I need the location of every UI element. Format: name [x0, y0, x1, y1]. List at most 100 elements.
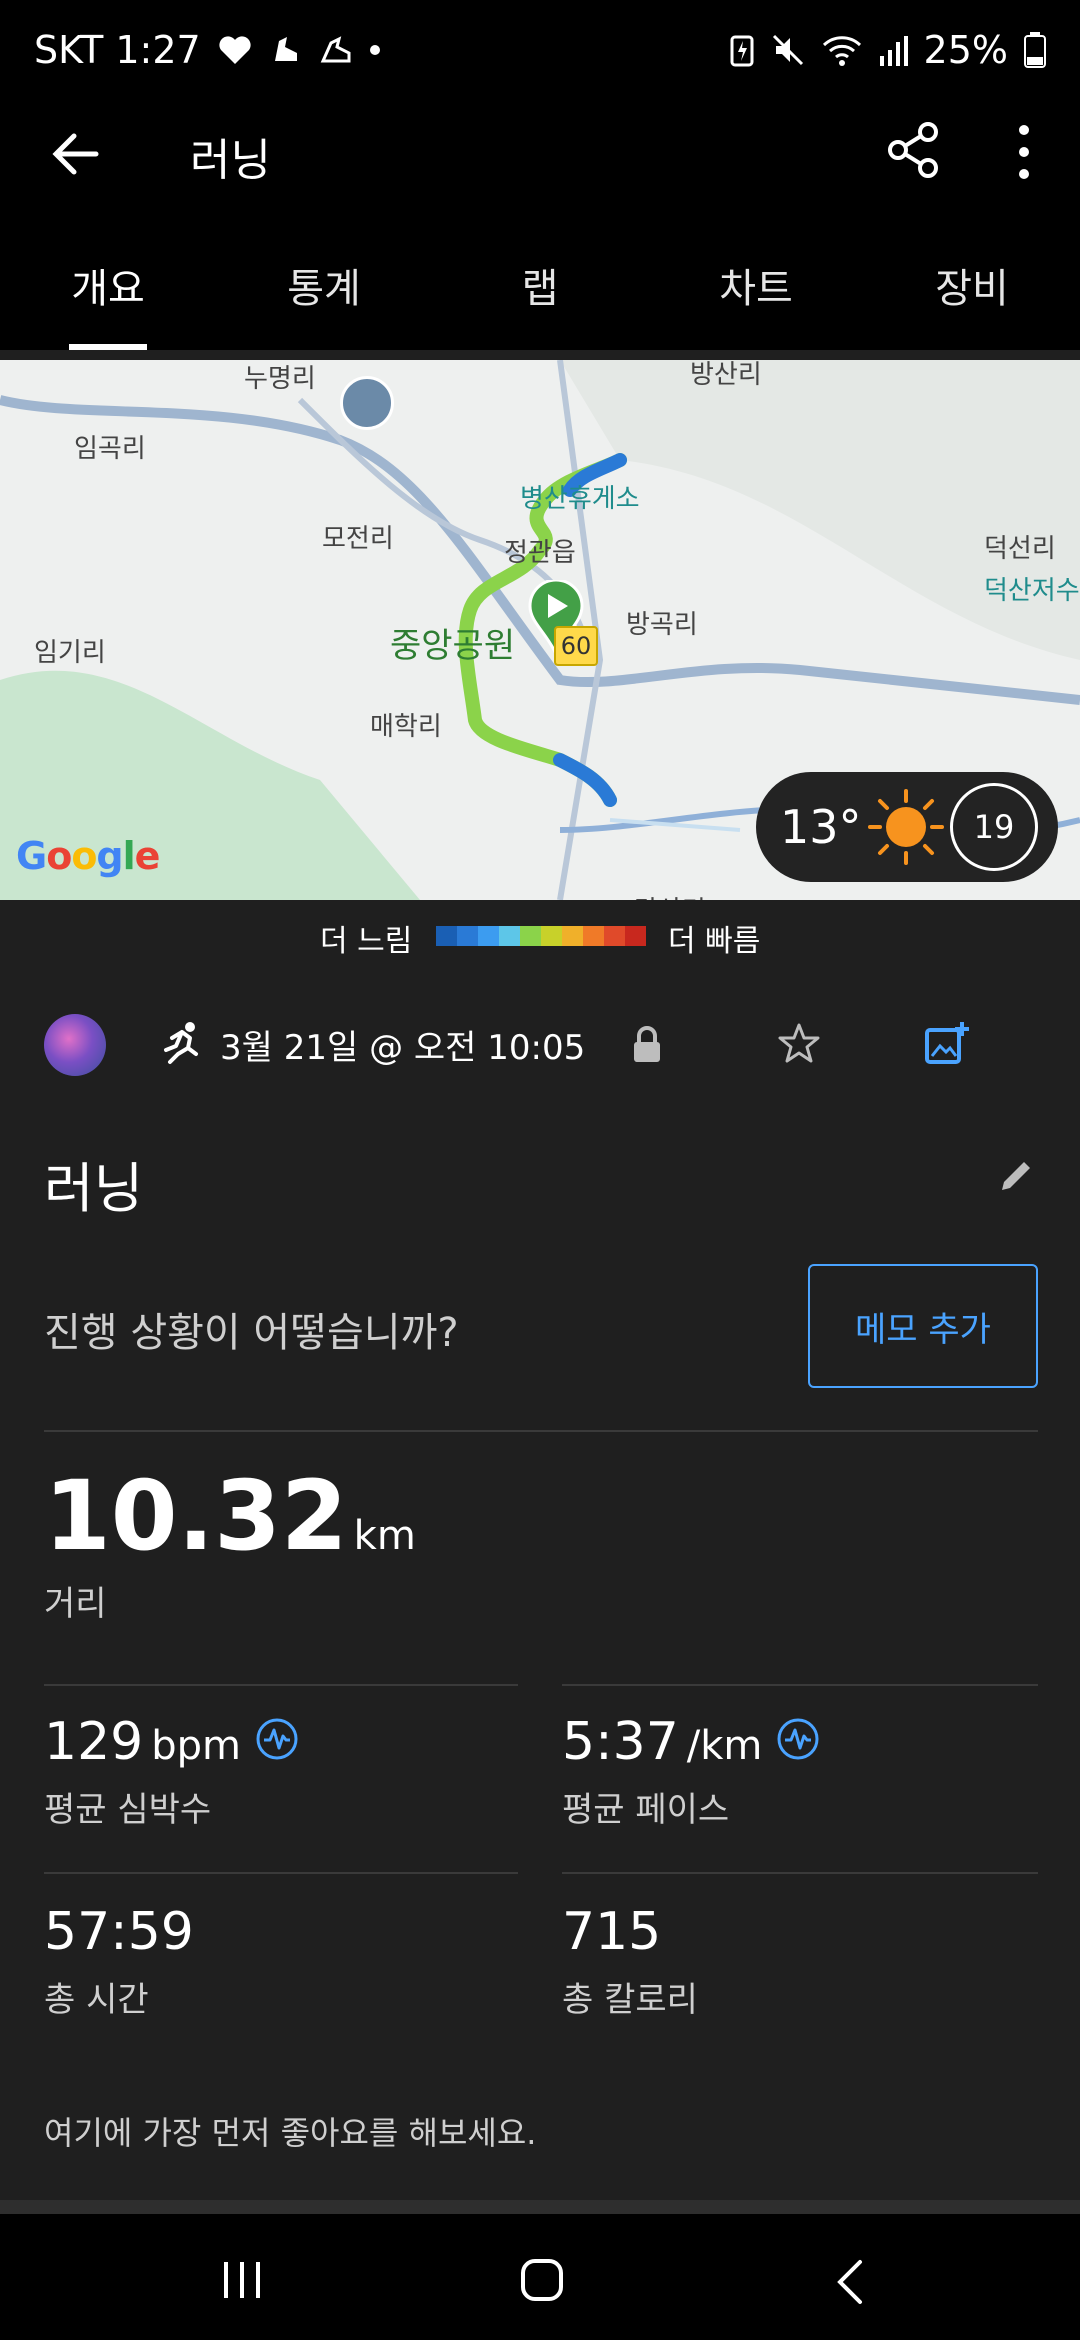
- tab-bar: 개요 통계 랩 차트 장비: [0, 230, 1080, 350]
- map-label-place: 임기리: [34, 638, 106, 668]
- recent-apps-icon[interactable]: [220, 2260, 264, 2300]
- page-title: 러닝: [190, 135, 271, 186]
- map-label-place: 중앙공원: [390, 626, 516, 666]
- back-arrow-icon[interactable]: [48, 126, 104, 182]
- divider: [0, 2200, 1080, 2214]
- status-left: SKT 1:27: [34, 28, 381, 72]
- activity-title: 러닝: [44, 1157, 144, 1220]
- heart-rate-value: 129: [44, 1712, 144, 1772]
- map-label-place: 덕선리: [984, 534, 1056, 564]
- shoe-icon: [269, 33, 303, 67]
- more-vert-icon[interactable]: [1006, 120, 1042, 184]
- add-memo-button[interactable]: 메모 추가: [808, 1264, 1038, 1388]
- pace-color-swatch: [604, 926, 625, 946]
- pace-color-swatch: [499, 926, 520, 946]
- battery-saver-icon: [730, 33, 754, 67]
- progress-prompt: 진행 상황이 어떻습니까?: [44, 1310, 459, 1356]
- pace-color-swatch: [541, 926, 562, 946]
- home-icon[interactable]: [520, 2258, 564, 2302]
- total-time-value: 57:59: [44, 1902, 194, 1962]
- calories-label: 총 칼로리: [562, 1980, 698, 2020]
- system-nav-bar: [0, 2214, 1080, 2340]
- tab-laps[interactable]: 랩: [432, 230, 648, 350]
- pace-color-swatch: [562, 926, 583, 946]
- legend-fast-label: 더 빠름: [668, 924, 761, 959]
- divider: [44, 1872, 518, 1874]
- pace-unit: /km: [686, 1723, 763, 1769]
- total-time-label: 총 시간: [44, 1980, 149, 2020]
- park-marker-icon: [340, 376, 394, 430]
- distance-unit: km: [353, 1513, 416, 1559]
- pace-label: 평균 페이스: [562, 1790, 730, 1830]
- map-label-place: 당산리: [634, 890, 706, 900]
- map-label-place: 방곡리: [626, 610, 698, 640]
- pace-color-swatch: [436, 926, 457, 946]
- uv-index-badge: 19: [949, 783, 1038, 871]
- pace-value: 5:37: [562, 1712, 679, 1772]
- status-bar: SKT 1:27 25%: [0, 0, 1080, 100]
- pace-stat: 5:37/km 평균 페이스: [562, 1712, 819, 1831]
- divider: [562, 1872, 1038, 1874]
- tab-stats[interactable]: 통계: [216, 230, 432, 350]
- map-label-place: 방산리: [690, 360, 762, 390]
- road-number-badge: 60: [554, 626, 598, 666]
- tab-overview[interactable]: 개요: [0, 230, 216, 350]
- total-time-stat: 57:59 총 시간: [44, 1902, 194, 2021]
- add-photo-icon[interactable]: [924, 1020, 970, 1066]
- pace-color-swatch: [478, 926, 499, 946]
- activity-meta-row: 3월 21일 @ 오전 10:05: [0, 1006, 1080, 1106]
- divider: [562, 1684, 1038, 1686]
- google-logo: Google: [16, 834, 160, 878]
- calories-value: 715: [562, 1902, 662, 1962]
- map-label-place: 정관읍: [504, 538, 576, 568]
- distance-label: 거리: [44, 1584, 107, 1624]
- tab-charts[interactable]: 차트: [648, 230, 864, 350]
- running-icon: [164, 1022, 198, 1064]
- calories-stat: 715 총 칼로리: [562, 1902, 698, 2021]
- map-label-place: 임곡리: [74, 434, 146, 464]
- pace-color-swatch: [520, 926, 541, 946]
- pace-legend: 더 느림 더 빠름: [0, 900, 1080, 972]
- divider: [44, 1684, 518, 1686]
- map-label-place: 덕산저수: [984, 576, 1080, 606]
- divider: [44, 1430, 1038, 1432]
- sun-icon: [867, 789, 944, 865]
- activity-datetime: 3월 21일 @ 오전 10:05: [220, 1028, 586, 1068]
- pace-color-bar: [436, 926, 646, 946]
- battery-percent: 25%: [923, 28, 1008, 72]
- heart-icon: [217, 34, 253, 66]
- pace-color-swatch: [457, 926, 478, 946]
- status-right: 25%: [730, 28, 1046, 72]
- lock-icon[interactable]: [632, 1026, 662, 1064]
- heart-rate-info-icon[interactable]: [256, 1718, 298, 1760]
- avatar[interactable]: [44, 1014, 106, 1076]
- signal-icon: [878, 34, 908, 66]
- mute-icon: [770, 32, 806, 68]
- tab-gear[interactable]: 장비: [864, 230, 1080, 350]
- heart-rate-label: 평균 심박수: [44, 1790, 212, 1830]
- shoe2-icon: [319, 33, 353, 67]
- pace-color-swatch: [625, 926, 646, 946]
- pace-info-icon[interactable]: [777, 1718, 819, 1760]
- heart-rate-unit: bpm: [151, 1723, 242, 1769]
- nav-back-icon[interactable]: [834, 2258, 864, 2306]
- distance-stat: 10.32 km: [44, 1460, 416, 1572]
- edit-pencil-icon[interactable]: [996, 1156, 1036, 1196]
- heart-rate-stat: 129 bpm 평균 심박수: [44, 1712, 298, 1831]
- share-icon[interactable]: [884, 120, 944, 180]
- pace-color-swatch: [583, 926, 604, 946]
- weather-temp: 13°: [780, 800, 862, 854]
- distance-value: 10.32: [44, 1460, 348, 1572]
- like-prompt[interactable]: 여기에 가장 먼저 좋아요를 해보세요.: [44, 2108, 536, 2154]
- map-label-place: 누명리: [244, 364, 316, 394]
- weather-pill: 13° 19: [756, 772, 1058, 882]
- map-label-place: 병산휴게소: [520, 484, 640, 514]
- map-label-place: 모전리: [322, 524, 394, 554]
- battery-icon: [1024, 32, 1046, 68]
- legend-slow-label: 더 느림: [320, 924, 413, 959]
- star-icon[interactable]: [778, 1022, 820, 1064]
- carrier-time: SKT 1:27: [34, 28, 201, 72]
- map-label-place: 매학리: [370, 712, 442, 742]
- dot-icon: [369, 44, 381, 56]
- wifi-icon: [822, 33, 862, 67]
